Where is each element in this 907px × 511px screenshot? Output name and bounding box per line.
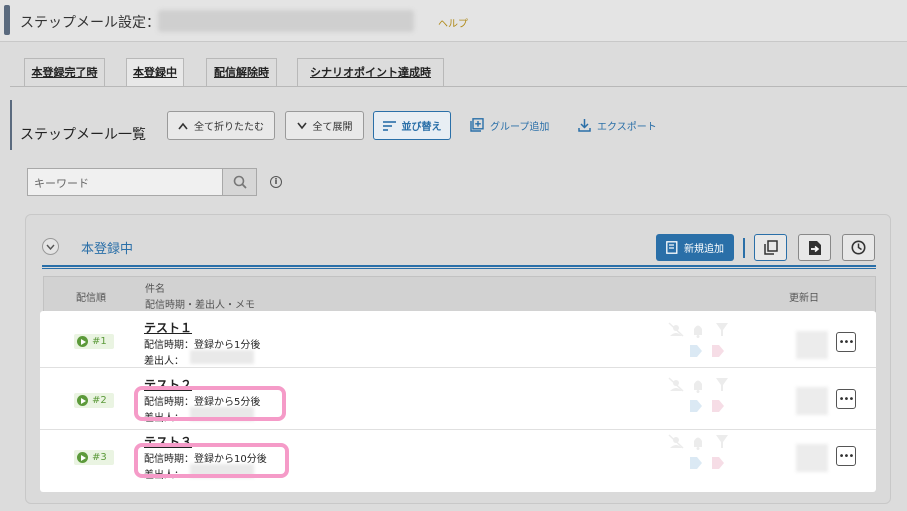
chevron-up-icon: [178, 122, 188, 129]
order-badge: #2: [74, 393, 114, 408]
panel-accent: [10, 100, 12, 150]
tag-pink-icon: [712, 345, 724, 357]
table-row[interactable]: #1 テスト１ 配信時期：登録から1分後 差出人： •••: [40, 311, 876, 368]
import-button[interactable]: [798, 234, 831, 261]
download-icon: [578, 119, 591, 132]
tag-blue-icon: [690, 345, 702, 357]
table-header: 配信順 件名 配信時期・差出人・メモ 更新日: [43, 276, 876, 312]
bell-icon: [694, 380, 702, 393]
status-icons: [668, 377, 728, 412]
col-subject-header: 件名: [145, 284, 165, 295]
redacted-setting-name: [158, 10, 414, 32]
export-label: エクスポート: [597, 121, 657, 133]
add-new-label: 新規追加: [684, 244, 724, 255]
bell-icon: [694, 325, 702, 338]
filter-icon: [716, 435, 728, 448]
user-off-icon: [668, 322, 684, 337]
clock-icon: [851, 240, 866, 255]
sort-label: 並び替え: [401, 122, 442, 133]
status-icons: [668, 434, 728, 469]
filter-icon: [716, 378, 728, 391]
redacted-updated-date: [796, 387, 828, 415]
collapse-all-label: 全て折りたたむ: [194, 122, 264, 133]
schedule-button[interactable]: [842, 234, 875, 261]
play-icon: [77, 452, 88, 463]
tag-blue-icon: [690, 400, 702, 412]
redacted-updated-date: [796, 444, 828, 472]
tag-pink-icon: [712, 457, 724, 469]
filter-icon: [716, 323, 728, 336]
import-icon: [809, 240, 821, 255]
add-group-icon: [470, 118, 484, 132]
order-badge: #1: [74, 334, 114, 349]
add-new-button[interactable]: 新規追加: [656, 234, 734, 261]
tabs-divider: [10, 86, 907, 87]
sort-button[interactable]: 並び替え: [373, 111, 451, 140]
mail-subject-link[interactable]: テスト１: [144, 319, 192, 336]
highlight-annotation: [134, 386, 286, 421]
help-link[interactable]: ヘルプ: [438, 15, 468, 30]
search-button[interactable]: [222, 168, 257, 196]
delivery-timing: 配信時期：登録から1分後: [144, 340, 261, 351]
expand-all-label: 全て展開: [312, 122, 353, 133]
more-options-button[interactable]: •••: [836, 389, 856, 409]
user-off-icon: [668, 377, 684, 392]
order-badge: #3: [74, 450, 114, 465]
search-icon: [233, 175, 247, 189]
export-button[interactable]: エクスポート: [578, 113, 657, 137]
chevron-down-icon: [46, 244, 55, 250]
more-options-button[interactable]: •••: [836, 332, 856, 352]
chevron-down-icon: [296, 122, 307, 129]
play-icon: [77, 336, 88, 347]
col-subject-sub-header: 配信時期・差出人・メモ: [145, 300, 255, 311]
header-accent: [4, 5, 10, 35]
step-mail-table: #1 テスト１ 配信時期：登録から1分後 差出人： ••• #2 テスト２ 配信…: [40, 311, 876, 492]
keyword-search-input[interactable]: キーワード: [27, 168, 223, 196]
order-number: #2: [92, 395, 107, 406]
status-icons: [668, 322, 728, 357]
highlight-annotation: [134, 443, 289, 478]
collapse-all-button[interactable]: 全て折りたたむ: [167, 111, 275, 140]
more-options-button[interactable]: •••: [836, 446, 856, 466]
group-divider: [42, 265, 876, 269]
bell-icon: [694, 437, 702, 450]
tab-registration-complete[interactable]: 本登録完了時: [24, 58, 105, 86]
toolbar-separator: [743, 238, 745, 258]
info-icon[interactable]: i: [270, 176, 282, 188]
order-number: #3: [92, 452, 107, 463]
col-order-header: 配信順: [76, 293, 106, 304]
tag-blue-icon: [690, 457, 702, 469]
redacted-updated-date: [796, 331, 828, 359]
play-icon: [77, 395, 88, 406]
group-collapse-toggle[interactable]: [42, 238, 59, 255]
copy-icon: [763, 240, 778, 255]
sort-icon: [382, 120, 396, 131]
page-header: ステップメール設定： ヘルプ: [0, 0, 907, 42]
tab-registering[interactable]: 本登録中: [126, 58, 184, 86]
tab-scenario-point[interactable]: シナリオポイント達成時: [297, 58, 444, 86]
page-title: ステップメール設定：: [20, 15, 160, 31]
list-title: ステップメール一覧: [20, 127, 146, 143]
col-updated-header: 更新日: [789, 293, 819, 304]
add-group-button[interactable]: グループ追加: [470, 113, 549, 137]
tag-pink-icon: [712, 400, 724, 412]
copy-button[interactable]: [754, 234, 787, 261]
expand-all-button[interactable]: 全て展開: [285, 111, 364, 140]
user-off-icon: [668, 434, 684, 449]
new-document-icon: [666, 241, 678, 254]
group-title: 本登録中: [81, 242, 134, 257]
tab-unsubscribe[interactable]: 配信解除時: [206, 58, 277, 86]
order-number: #1: [92, 336, 107, 347]
redacted-sender: [190, 350, 254, 364]
sender-label: 差出人：: [144, 356, 184, 367]
add-group-label: グループ追加: [490, 121, 550, 133]
